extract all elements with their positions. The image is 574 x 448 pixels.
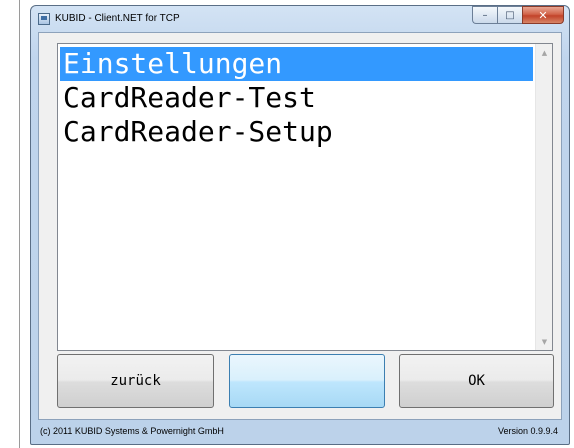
minimize-icon: – <box>482 9 488 21</box>
window-title: KUBID - Client.NET for TCP <box>55 13 180 24</box>
client-area: Einstellungen CardReader-Test CardReader… <box>38 32 562 420</box>
menu-listbox[interactable]: Einstellungen CardReader-Test CardReader… <box>57 43 553 351</box>
background-window-edge <box>0 0 22 448</box>
back-button[interactable]: zurück <box>57 354 214 408</box>
caption-buttons: – □ ✕ <box>472 6 564 25</box>
scroll-down-icon[interactable]: ▼ <box>536 333 553 350</box>
middle-button[interactable] <box>229 354 385 408</box>
list-item-cardreader-setup[interactable]: CardReader-Setup <box>60 115 533 149</box>
minimize-button[interactable]: – <box>472 6 497 24</box>
close-icon: ✕ <box>538 8 548 22</box>
app-icon <box>38 13 50 25</box>
copyright-text: (c) 2011 KUBID Systems & Powernight GmbH <box>40 426 224 436</box>
ok-button[interactable]: OK <box>399 354 554 408</box>
list-item-cardreader-test[interactable]: CardReader-Test <box>60 81 533 115</box>
version-text: Version 0.9.9.4 <box>497 426 558 436</box>
title-bar[interactable]: KUBID - Client.NET for TCP – □ ✕ <box>31 6 569 32</box>
close-button[interactable]: ✕ <box>522 6 564 24</box>
vertical-scrollbar[interactable]: ▲ ▼ <box>535 44 552 350</box>
status-bar: (c) 2011 KUBID Systems & Powernight GmbH… <box>38 422 562 440</box>
list-item-einstellungen[interactable]: Einstellungen <box>60 47 533 81</box>
maximize-icon: □ <box>505 9 515 21</box>
app-window: KUBID - Client.NET for TCP – □ ✕ Einstel… <box>30 5 570 445</box>
maximize-button[interactable]: □ <box>497 6 522 24</box>
list-items: Einstellungen CardReader-Test CardReader… <box>58 44 535 350</box>
scroll-up-icon[interactable]: ▲ <box>536 44 553 61</box>
